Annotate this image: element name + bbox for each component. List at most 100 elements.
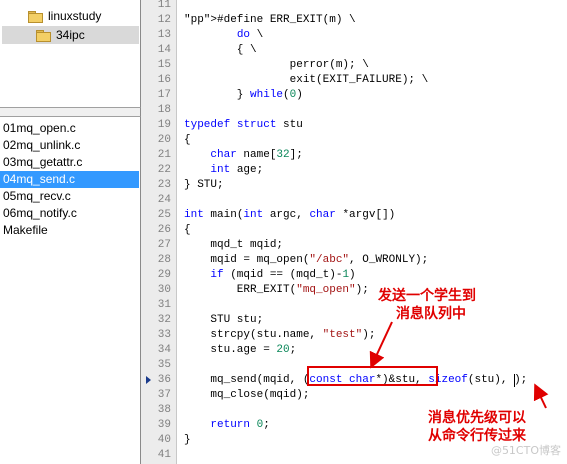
line-number: 32 [157, 314, 171, 326]
code-line: 26 { [141, 223, 567, 238]
annotation-line: 发送一个学生到 [378, 288, 476, 304]
code-line: 34 stu.age = 20; [141, 343, 567, 358]
line-code: ERR_EXIT("mq_open"); [184, 284, 369, 296]
line-code: stu.age = 20; [184, 344, 297, 356]
code-line: 37 mq_close(mqid); [141, 388, 567, 403]
code-line: 11 [141, 0, 567, 13]
folder-tree-pane: linuxstudy 34ipc [0, 0, 141, 108]
folder-label: linuxstudy [48, 9, 102, 23]
line-code: } while(0) [184, 89, 303, 101]
highlight-box [307, 366, 438, 386]
line-number: 23 [157, 179, 171, 191]
code-line: 32 STU stu; [141, 313, 567, 328]
file-item-selected[interactable]: 04mq_send.c [0, 171, 139, 188]
line-number: 31 [157, 299, 171, 311]
folder-item-linuxstudy[interactable]: linuxstudy [28, 7, 138, 25]
code-line: 24 [141, 193, 567, 208]
line-number: 33 [157, 329, 171, 341]
line-code: mqd_t mqid; [184, 239, 284, 251]
text-cursor [514, 374, 515, 387]
watermark: @51CTO博客 [490, 444, 561, 457]
line-code: if (mqid == (mqd_t)-1) [210, 269, 356, 281]
code-line: 19 typedef struct stu [141, 118, 567, 133]
folder-label: 34ipc [56, 28, 85, 42]
code-editor[interactable]: 11 12 "pp">#define ERR_EXIT(m) \ 13 do \ 14 … [141, 0, 567, 464]
line-code: } STU; [184, 179, 224, 191]
line-code: return 0; [210, 419, 270, 431]
code-line: 31 [141, 298, 567, 313]
line-code: } [184, 434, 191, 446]
line-code: { [184, 224, 191, 236]
line-number: 35 [157, 359, 171, 371]
line-number: 20 [157, 134, 171, 146]
line-code: "pp">#define ERR_EXIT(m) \ [184, 14, 356, 26]
line-code: typedef struct stu [184, 119, 303, 131]
line-code: perror(m); \ [184, 59, 369, 71]
line-number: 14 [157, 44, 171, 56]
line-code: int age; [210, 164, 264, 176]
line-number: 16 [157, 74, 171, 86]
code-line: 27 mqd_t mqid; [141, 238, 567, 253]
line-code: { [184, 134, 191, 146]
line-code: int main(int argc, char *argv[]) [184, 209, 396, 221]
line-code: strcpy(stu.name, "test"); [184, 329, 376, 341]
line-number: 34 [157, 344, 171, 356]
code-line: 25 int main(int argc, char *argv[]) [141, 208, 567, 223]
line-number: 39 [157, 419, 171, 431]
line-number: 41 [157, 449, 171, 461]
line-code: { \ [184, 44, 257, 56]
line-code: STU stu; [184, 314, 264, 326]
pane-splitter[interactable] [0, 108, 141, 116]
line-number: 19 [157, 119, 171, 131]
line-number: 15 [157, 59, 171, 71]
code-line: 30 ERR_EXIT("mq_open"); [141, 283, 567, 298]
line-number: 18 [157, 104, 171, 116]
line-number: 30 [157, 284, 171, 296]
line-number: 21 [157, 149, 171, 161]
file-item[interactable]: 05mq_recv.c [0, 188, 139, 205]
line-number: 26 [157, 224, 171, 236]
file-item[interactable]: 06mq_notify.c [0, 205, 139, 222]
annotation-send-student: 发送一个学生到 消息队列中 [378, 287, 476, 323]
line-number: 27 [157, 239, 171, 251]
code-line: 22 int age; [141, 163, 567, 178]
line-code: char name[32]; [210, 149, 303, 161]
code-line: 23 } STU; [141, 178, 567, 193]
file-list-pane: 01mq_open.c 02mq_unlink.c 03mq_getattr.c… [0, 116, 141, 464]
code-line: 33 strcpy(stu.name, "test"); [141, 328, 567, 343]
line-code: mqid = mq_open("/abc", O_WRONLY); [184, 254, 429, 266]
folder-icon [36, 29, 51, 42]
line-number: 40 [157, 434, 171, 446]
code-line: 16 exit(EXIT_FAILURE); \ [141, 73, 567, 88]
file-item[interactable]: 01mq_open.c [0, 120, 139, 137]
line-number: 22 [157, 164, 171, 176]
annotation-line: 消息队列中 [396, 306, 466, 322]
line-code: do \ [236, 29, 264, 41]
file-item[interactable]: 02mq_unlink.c [0, 137, 139, 154]
line-number: 29 [157, 269, 171, 281]
code-line: 15 perror(m); \ [141, 58, 567, 73]
file-item[interactable]: Makefile [0, 222, 139, 239]
annotation-line: 消息优先级可以 [428, 410, 526, 426]
line-number: 13 [157, 29, 171, 41]
line-number: 17 [157, 89, 171, 101]
line-number: 24 [157, 194, 171, 206]
code-line: 12 "pp">#define ERR_EXIT(m) \ [141, 13, 567, 28]
line-code: mq_close(mqid); [184, 389, 310, 401]
line-number: 11 [157, 0, 171, 11]
line-number: 37 [157, 389, 171, 401]
file-item[interactable]: 03mq_getattr.c [0, 154, 139, 171]
current-line-arrow-icon [146, 376, 151, 384]
code-line: 17 } while(0) [141, 88, 567, 103]
code-line: 13 do \ [141, 28, 567, 43]
line-number: 38 [157, 404, 171, 416]
code-line: 28 mqid = mq_open("/abc", O_WRONLY); [141, 253, 567, 268]
folder-icon [28, 10, 43, 23]
code-line: 21 char name[32]; [141, 148, 567, 163]
code-line: 14 { \ [141, 43, 567, 58]
code-line: 20 { [141, 133, 567, 148]
annotation-priority: 消息优先级可以 从命令行传过来 [428, 409, 526, 445]
line-number: 12 [157, 14, 171, 26]
line-code: exit(EXIT_FAILURE); \ [184, 74, 429, 86]
folder-item-34ipc[interactable]: 34ipc [2, 26, 139, 44]
